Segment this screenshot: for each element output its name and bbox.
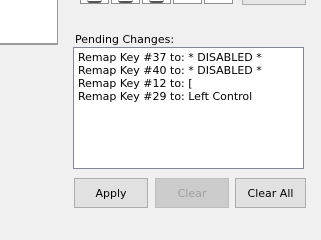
keyboard-key[interactable] (111, 0, 140, 4)
clear-button[interactable]: Clear (155, 178, 229, 208)
panel-divider (0, 43, 57, 44)
pending-changes-label: Pending Changes: (75, 33, 175, 46)
keyboard-preview-panel (0, 0, 58, 45)
clear-all-button[interactable]: Clear All (235, 178, 306, 208)
key-icon (118, 0, 133, 3)
keyboard-key[interactable] (80, 0, 109, 4)
keyboard-key[interactable] (204, 0, 233, 4)
list-item[interactable]: Remap Key #37 to: * DISABLED * (78, 51, 303, 64)
left-panel (0, 0, 58, 218)
pending-changes-list[interactable]: Remap Key #37 to: * DISABLED * Remap Key… (73, 47, 304, 169)
keyboard-key[interactable] (173, 0, 202, 4)
key-icon (87, 0, 102, 3)
keyboard-key[interactable] (142, 0, 171, 4)
top-button[interactable] (242, 0, 306, 5)
list-item[interactable]: Remap Key #12 to: [ (78, 77, 303, 90)
list-item[interactable]: Remap Key #29 to: Left Control (78, 90, 303, 103)
apply-button[interactable]: Apply (74, 178, 148, 208)
list-item[interactable]: Remap Key #40 to: * DISABLED * (78, 64, 303, 77)
key-icon (149, 0, 164, 3)
